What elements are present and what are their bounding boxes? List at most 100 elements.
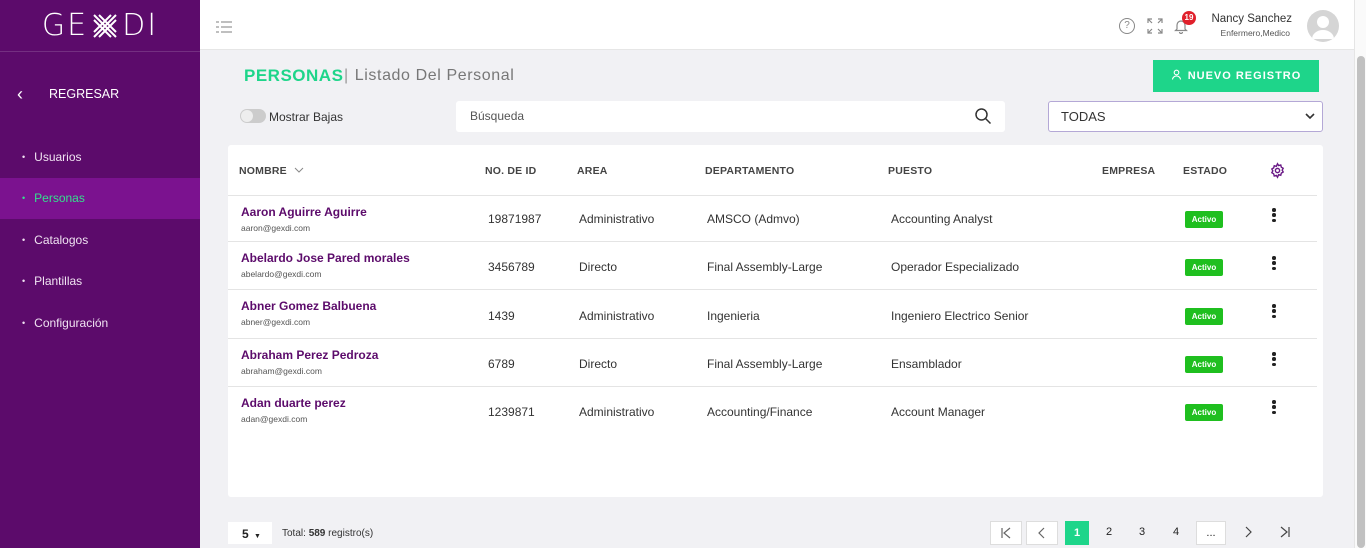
- logo[interactable]: GE DI: [0, 0, 200, 52]
- user-add-icon: [1171, 69, 1182, 83]
- person-area: Administrativo: [579, 405, 655, 419]
- column-header-status[interactable]: ESTADO: [1183, 165, 1227, 177]
- row-menu-icon[interactable]: [1268, 206, 1280, 224]
- status-badge: Activo: [1185, 259, 1223, 276]
- person-position: Account Manager: [891, 405, 986, 419]
- page-size-value: 5: [242, 527, 249, 541]
- scroll-thumb[interactable]: [1357, 56, 1365, 548]
- show-inactive-label: Mostrar Bajas: [269, 110, 344, 124]
- logo-wordmark: GE DI: [41, 8, 159, 43]
- page-subtitle: | Listado Del Personal: [344, 67, 514, 85]
- notification-badge: 19: [1182, 11, 1196, 25]
- last-page-button[interactable]: [1273, 521, 1297, 545]
- caret-down-icon: ▼: [254, 533, 261, 540]
- sidebar-item-label: Catalogos: [34, 232, 89, 247]
- topbar: ? 19 Nancy Sanchez Enfermero,Medico: [200, 0, 1354, 50]
- user-role: Enfermero,Medico: [1220, 28, 1290, 38]
- person-area: Administrativo: [579, 212, 655, 226]
- total-count: 589: [308, 528, 326, 539]
- sidebar-item-label: Configuración: [34, 315, 109, 330]
- person-email: abelardo@gexdi.com: [241, 269, 322, 279]
- bullet-icon: •: [22, 234, 26, 245]
- prev-page-button[interactable]: [1026, 521, 1058, 545]
- person-name-link[interactable]: Aaron Aguirre Aguirre: [241, 205, 367, 219]
- personnel-table: NOMBRE NO. DE ID AREA DEPARTAMENTO PUEST…: [228, 145, 1323, 497]
- new-record-button[interactable]: NUEVO REGISTRO: [1153, 60, 1319, 92]
- avatar[interactable]: [1307, 10, 1339, 42]
- chevron-down-icon: [1304, 110, 1316, 122]
- status-badge: Activo: [1185, 404, 1223, 421]
- person-department: Accounting/Finance: [707, 405, 813, 419]
- table-row[interactable]: Abner Gomez Balbuena abner@gexdi.com 143…: [228, 289, 1317, 337]
- menu-toggle-icon[interactable]: [216, 20, 232, 33]
- column-header-position[interactable]: PUESTO: [888, 165, 932, 177]
- page-scrollbar[interactable]: [1354, 0, 1366, 548]
- bullet-icon: •: [22, 276, 26, 287]
- column-header-company[interactable]: EMPRESA: [1102, 165, 1155, 177]
- person-name-link[interactable]: Abner Gomez Balbuena: [241, 299, 376, 313]
- row-menu-icon[interactable]: [1268, 350, 1280, 368]
- person-email: abraham@gexdi.com: [241, 366, 322, 376]
- status-badge: Activo: [1185, 211, 1223, 228]
- fullscreen-icon[interactable]: [1147, 18, 1163, 34]
- column-header-id[interactable]: NO. DE ID: [485, 165, 536, 177]
- search-box: [456, 101, 1005, 132]
- total-prefix: Total:: [282, 528, 306, 539]
- bullet-icon: •: [22, 317, 26, 328]
- person-name-link[interactable]: Abraham Perez Pedroza: [241, 348, 378, 362]
- back-label: REGRESAR: [49, 87, 120, 101]
- person-id: 19871987: [488, 212, 542, 226]
- person-department: Final Assembly-Large: [707, 357, 823, 371]
- total-records: Total: 589 registro(s): [282, 528, 373, 539]
- person-area: Directo: [579, 357, 618, 371]
- table-row[interactable]: Aaron Aguirre Aguirre aaron@gexdi.com 19…: [228, 195, 1317, 243]
- new-record-label: NUEVO REGISTRO: [1187, 70, 1302, 82]
- table-row[interactable]: Abraham Perez Pedroza abraham@gexdi.com …: [228, 338, 1317, 386]
- search-input[interactable]: [470, 109, 950, 123]
- person-id: 1239871: [488, 405, 535, 419]
- column-header-name[interactable]: NOMBRE: [239, 165, 304, 177]
- page-size-select[interactable]: 5 ▼: [228, 522, 272, 544]
- sort-chevron-icon[interactable]: [290, 165, 304, 177]
- page-button-1[interactable]: 1: [1065, 521, 1089, 545]
- person-department: Ingenieria: [707, 309, 760, 323]
- person-department: AMSCO (Admvo): [707, 212, 800, 226]
- person-name-link[interactable]: Abelardo Jose Pared morales: [241, 251, 410, 265]
- table-row[interactable]: Adan duarte perez adan@gexdi.com 1239871…: [228, 386, 1317, 434]
- row-menu-icon[interactable]: [1268, 302, 1280, 320]
- sidebar-item-catalogos[interactable]: • Catalogos: [0, 219, 200, 261]
- row-menu-icon[interactable]: [1268, 254, 1280, 272]
- bullet-icon: •: [22, 151, 26, 162]
- back-button[interactable]: ‹ REGRESAR: [0, 52, 200, 136]
- person-id: 6789: [488, 357, 515, 371]
- page-button-4[interactable]: 4: [1164, 521, 1188, 545]
- company-filter-select[interactable]: TODAS: [1048, 101, 1323, 132]
- title-separator: |: [344, 67, 349, 84]
- total-suffix: registro(s): [328, 528, 374, 539]
- column-header-area[interactable]: AREA: [577, 165, 608, 177]
- sidebar-item-plantillas[interactable]: • Plantillas: [0, 261, 200, 303]
- person-position: Operador Especializado: [891, 260, 1020, 274]
- first-page-button[interactable]: [990, 521, 1022, 545]
- logo-x-icon: [90, 11, 120, 41]
- person-email: aaron@gexdi.com: [241, 223, 311, 233]
- person-id: 3456789: [488, 260, 535, 274]
- help-icon[interactable]: ?: [1119, 18, 1135, 34]
- sidebar-item-personas[interactable]: • Personas: [0, 177, 200, 219]
- table-row[interactable]: Abelardo Jose Pared morales abelardo@gex…: [228, 241, 1317, 289]
- person-name-link[interactable]: Adan duarte perez: [241, 396, 346, 410]
- person-area: Administrativo: [579, 309, 655, 323]
- column-header-department[interactable]: DEPARTAMENTO: [705, 165, 794, 177]
- page-button-2[interactable]: 2: [1097, 521, 1121, 545]
- page-button-3[interactable]: 3: [1130, 521, 1154, 545]
- show-inactive-toggle[interactable]: [240, 109, 266, 123]
- gear-icon[interactable]: [1269, 162, 1286, 179]
- search-icon[interactable]: [974, 107, 992, 125]
- sidebar-item-label: Plantillas: [34, 274, 83, 289]
- sidebar: GE DI ‹ REGRESAR • Usuarios • Personas •…: [0, 0, 200, 548]
- sidebar-item-usuarios[interactable]: • Usuarios: [0, 136, 200, 178]
- next-page-button[interactable]: [1236, 521, 1260, 545]
- sidebar-item-configuracion[interactable]: • Configuración: [0, 302, 200, 344]
- row-menu-icon[interactable]: [1268, 398, 1280, 416]
- page-button-ellipsis[interactable]: ...: [1196, 521, 1226, 545]
